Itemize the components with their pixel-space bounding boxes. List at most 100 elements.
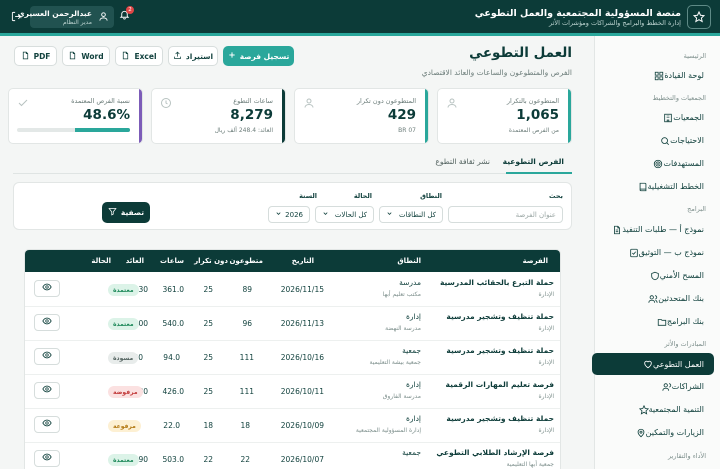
import-button[interactable]: استيراد — [168, 46, 218, 66]
region-detail: مدرسة الفاروق — [382, 393, 421, 400]
brand-logo[interactable] — [687, 5, 711, 29]
region-detail: جمعية بيشة التعليمية — [369, 359, 421, 366]
filter-button-label: تصفية — [120, 208, 145, 217]
region-detail: مكتب تعليم أبها — [382, 291, 421, 298]
view-button[interactable] — [34, 450, 60, 467]
user-icon — [303, 97, 315, 112]
user-name: عبدالرحمن العسيري — [17, 9, 92, 18]
table-row: فرصة تعليم المهارات الرقمية الإدارة إدار… — [25, 375, 560, 409]
sidebar-item-targets[interactable]: المستهدفات — [592, 153, 714, 174]
unique-cell: 25 — [203, 285, 213, 294]
sidebar-item-associations[interactable]: الجمعيات — [592, 107, 714, 128]
plus-icon — [228, 51, 236, 61]
export-pdf-button[interactable]: PDF — [14, 46, 57, 66]
table-row: حملة تنظيف وتشجير مدرسية الإدارة إدارة إ… — [25, 409, 560, 443]
kpi-label: المتطوعون بالتكرار — [506, 97, 559, 105]
date-cell: 2026/10/11 — [280, 387, 324, 396]
filter-button[interactable]: تصفية — [102, 202, 150, 223]
opportunity-owner: الإدارة — [538, 359, 554, 366]
sidebar-item-dashboard[interactable]: لوحة القيادة — [592, 65, 714, 86]
new-opportunity-button[interactable]: تسجيل فرصة — [223, 46, 294, 66]
opportunity-title: فرصة تعليم المهارات الرقمية — [445, 380, 554, 389]
region-value: كل النطاقات — [399, 210, 436, 219]
sidebar: الرئيسية لوحة القيادة الجمعيات والتخطيط … — [592, 36, 720, 469]
volunteers-cell: 89 — [242, 285, 252, 294]
table-header: الفرصة النطاق التاريخ متطوعون دون تكرار … — [25, 250, 560, 272]
column-header: ساعات — [160, 257, 184, 265]
sidebar-item-label: الخطط التشغيلية — [647, 182, 704, 191]
sidebar-item-needs[interactable]: الاحتياجات — [592, 130, 714, 151]
view-button[interactable] — [34, 416, 60, 433]
logout-icon[interactable] — [11, 11, 22, 25]
opportunities-table: الفرصة النطاق التاريخ متطوعون دون تكرار … — [24, 249, 561, 469]
sidebar-item-label: الشراكات — [671, 382, 704, 391]
opportunity-owner: الإدارة — [538, 393, 554, 400]
unique-cell: 22 — [203, 455, 213, 464]
file-icon — [121, 51, 130, 62]
dashboard-icon — [654, 71, 664, 81]
view-button[interactable] — [34, 348, 60, 365]
kpi-label: ساعات التطوع — [233, 97, 273, 105]
volunteers-cell: 111 — [239, 387, 254, 396]
opportunity-title: فرصة الإرشاد الطلابي التطوعي — [436, 448, 554, 457]
sidebar-item-visits[interactable]: الزيارات والتمكين — [592, 422, 714, 443]
hours-cell: 540.0 — [162, 319, 184, 328]
eye-icon — [42, 316, 52, 329]
tab-opportunities[interactable]: الفرص التطوعية — [503, 157, 564, 166]
approval-progress-bar — [17, 128, 130, 132]
search-input[interactable]: عنوان الفرصة — [448, 206, 563, 223]
upload-icon — [173, 51, 182, 62]
region-select[interactable]: كل النطاقات — [379, 206, 443, 223]
sidebar-item-programs[interactable]: بنك البرامج — [592, 311, 714, 332]
sidebar-item-form-a[interactable]: نموذج أ — طلبات التنفيذ — [592, 219, 714, 240]
view-button[interactable] — [34, 314, 60, 331]
sidebar-item-volunteering[interactable]: العمل التطوعي — [592, 353, 714, 375]
status-select[interactable]: كل الحالات — [315, 206, 374, 223]
document-icon — [612, 225, 622, 235]
hours-cell: 426.0 — [162, 387, 184, 396]
sidebar-item-security-scan[interactable]: المسح الأمني — [592, 265, 714, 286]
sidebar-item-label: الاحتياجات — [670, 136, 704, 145]
region-cell: إدارة — [405, 312, 421, 321]
volunteers-cell: 96 — [242, 319, 252, 328]
kpi-label: المتطوعون دون تكرار — [356, 97, 416, 105]
unique-cell: 25 — [203, 353, 213, 362]
region-label: النطاق — [420, 192, 442, 200]
page-subtitle: الفرص والمتطوعون والساعات والعائد الاقتص… — [421, 68, 572, 77]
eye-icon — [42, 282, 52, 295]
opportunity-owner: الإدارة — [538, 291, 554, 298]
sidebar-item-form-b[interactable]: نموذج ب — التوثيق — [592, 242, 714, 263]
view-button[interactable] — [34, 280, 60, 297]
year-select[interactable]: 2026 — [268, 206, 310, 223]
check-icon — [17, 97, 29, 112]
handshake-icon — [662, 382, 672, 392]
eye-icon — [42, 384, 52, 397]
unique-cell: 25 — [203, 387, 213, 396]
page-title: العمل التطوعي — [469, 45, 572, 61]
building-icon — [663, 113, 673, 123]
kpi-label: نسبة الفرص المعتمدة — [71, 97, 130, 105]
table-row: حملة تنظيف وتشجير مدرسية الإدارة إدارة م… — [25, 307, 560, 341]
user-menu[interactable]: عبدالرحمن العسيري مدير النظام — [18, 6, 114, 28]
top-bar: منصة المسؤولية المجتمعية والعمل التطوعي … — [0, 0, 720, 33]
sidebar-item-speakers[interactable]: بنك المتحدثين — [592, 288, 714, 309]
view-button[interactable] — [34, 382, 60, 399]
status-badge: معتمدة — [108, 454, 139, 466]
file-icon — [21, 51, 30, 62]
kpi-note: BR 07 — [398, 127, 416, 134]
export-excel-button[interactable]: Excel — [115, 46, 163, 66]
sidebar-item-partnerships[interactable]: الشراكات — [592, 376, 714, 397]
star-icon — [693, 11, 705, 23]
card-accent — [139, 89, 142, 143]
sidebar-section-home: الرئيسية — [683, 52, 706, 60]
sidebar-item-community-development[interactable]: التنمية المجتمعية — [592, 399, 714, 420]
sidebar-item-plans[interactable]: الخطط التشغيلية — [592, 176, 714, 197]
region-detail: مدرسة النهضة — [385, 325, 421, 332]
opportunity-title: حملة التبرع بالحقائب المدرسية — [439, 278, 554, 287]
checklist-icon — [629, 248, 639, 258]
export-word-button[interactable]: Word — [62, 46, 110, 66]
column-header: دون تكرار — [194, 257, 228, 265]
chevron-down-icon — [386, 210, 393, 219]
table-row: فرصة الإرشاد الطلابي التطوعي جمعية أبها … — [25, 443, 560, 469]
tab-volunteer-culture[interactable]: نشر ثقافة التطوع — [435, 157, 490, 166]
